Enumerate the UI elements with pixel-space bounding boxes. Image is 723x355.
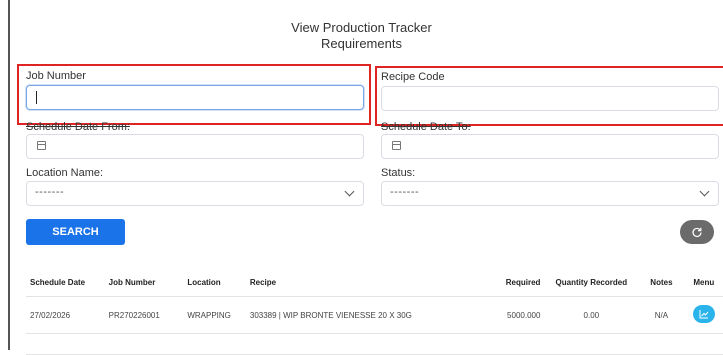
cell-schedule-date: 27/02/2026 [26, 296, 105, 334]
table-row[interactable]: 27/02/2026 PR270226001 WRAPPING 303389 |… [26, 296, 723, 334]
highlight-job-number [17, 64, 371, 125]
cell-quantity-recorded: 0.00 [544, 296, 639, 334]
reset-button[interactable] [680, 220, 714, 244]
column-header: Notes [638, 268, 685, 297]
status-select[interactable]: ------- [381, 181, 719, 206]
column-header: Quantity Recorded [544, 268, 639, 297]
column-header: Location [183, 268, 246, 297]
column-header: Schedule Date [26, 268, 105, 297]
column-header: Required [496, 268, 545, 297]
highlight-recipe-top [375, 66, 723, 68]
highlight-recipe-left [375, 66, 377, 126]
cell-required: 5000.000 [496, 296, 545, 334]
recipe-code-input[interactable] [381, 86, 719, 111]
column-header: Job Number [104, 268, 184, 297]
page-title: View Production Tracker [291, 20, 432, 35]
column-header: Menu [684, 268, 723, 297]
table-header-row: Schedule Date Job Number Location Recipe… [26, 268, 723, 297]
schedule-date-from-label: Schedule Date From: [26, 121, 130, 133]
recipe-code-label: Recipe Code [381, 71, 445, 83]
cell-menu [684, 296, 723, 334]
results-table: Schedule Date Job Number Location Recipe… [26, 268, 723, 355]
cell-job-number: PR270226001 [104, 296, 184, 334]
left-border [8, 0, 10, 350]
schedule-date-from-input[interactable] [26, 134, 364, 159]
chevron-down-icon [699, 186, 710, 197]
cell-location: WRAPPING [183, 296, 246, 334]
status-label: Status: [381, 167, 416, 179]
column-header: Recipe [245, 268, 497, 297]
cell-notes: N/A [638, 296, 685, 334]
table-row-partial [26, 333, 723, 355]
status-selected-value: ------- [390, 186, 420, 198]
search-button[interactable]: SEARCH [26, 219, 125, 245]
schedule-date-to-input[interactable] [381, 134, 719, 159]
cell-recipe: 303389 | WIP BRONTE VIENESSE 20 X 30G [245, 296, 497, 334]
refresh-icon [692, 227, 702, 238]
calendar-icon [392, 141, 401, 150]
schedule-date-to-label: Schedule Date To: [381, 121, 471, 133]
row-menu-button[interactable] [692, 305, 715, 323]
chart-icon [699, 310, 709, 319]
chevron-down-icon [344, 186, 355, 197]
location-selected-value: ------- [35, 186, 65, 198]
location-name-label: Location Name: [26, 167, 104, 179]
calendar-icon [37, 141, 46, 150]
location-name-select[interactable]: ------- [26, 181, 364, 206]
page-subtitle: Requirements [321, 36, 402, 51]
